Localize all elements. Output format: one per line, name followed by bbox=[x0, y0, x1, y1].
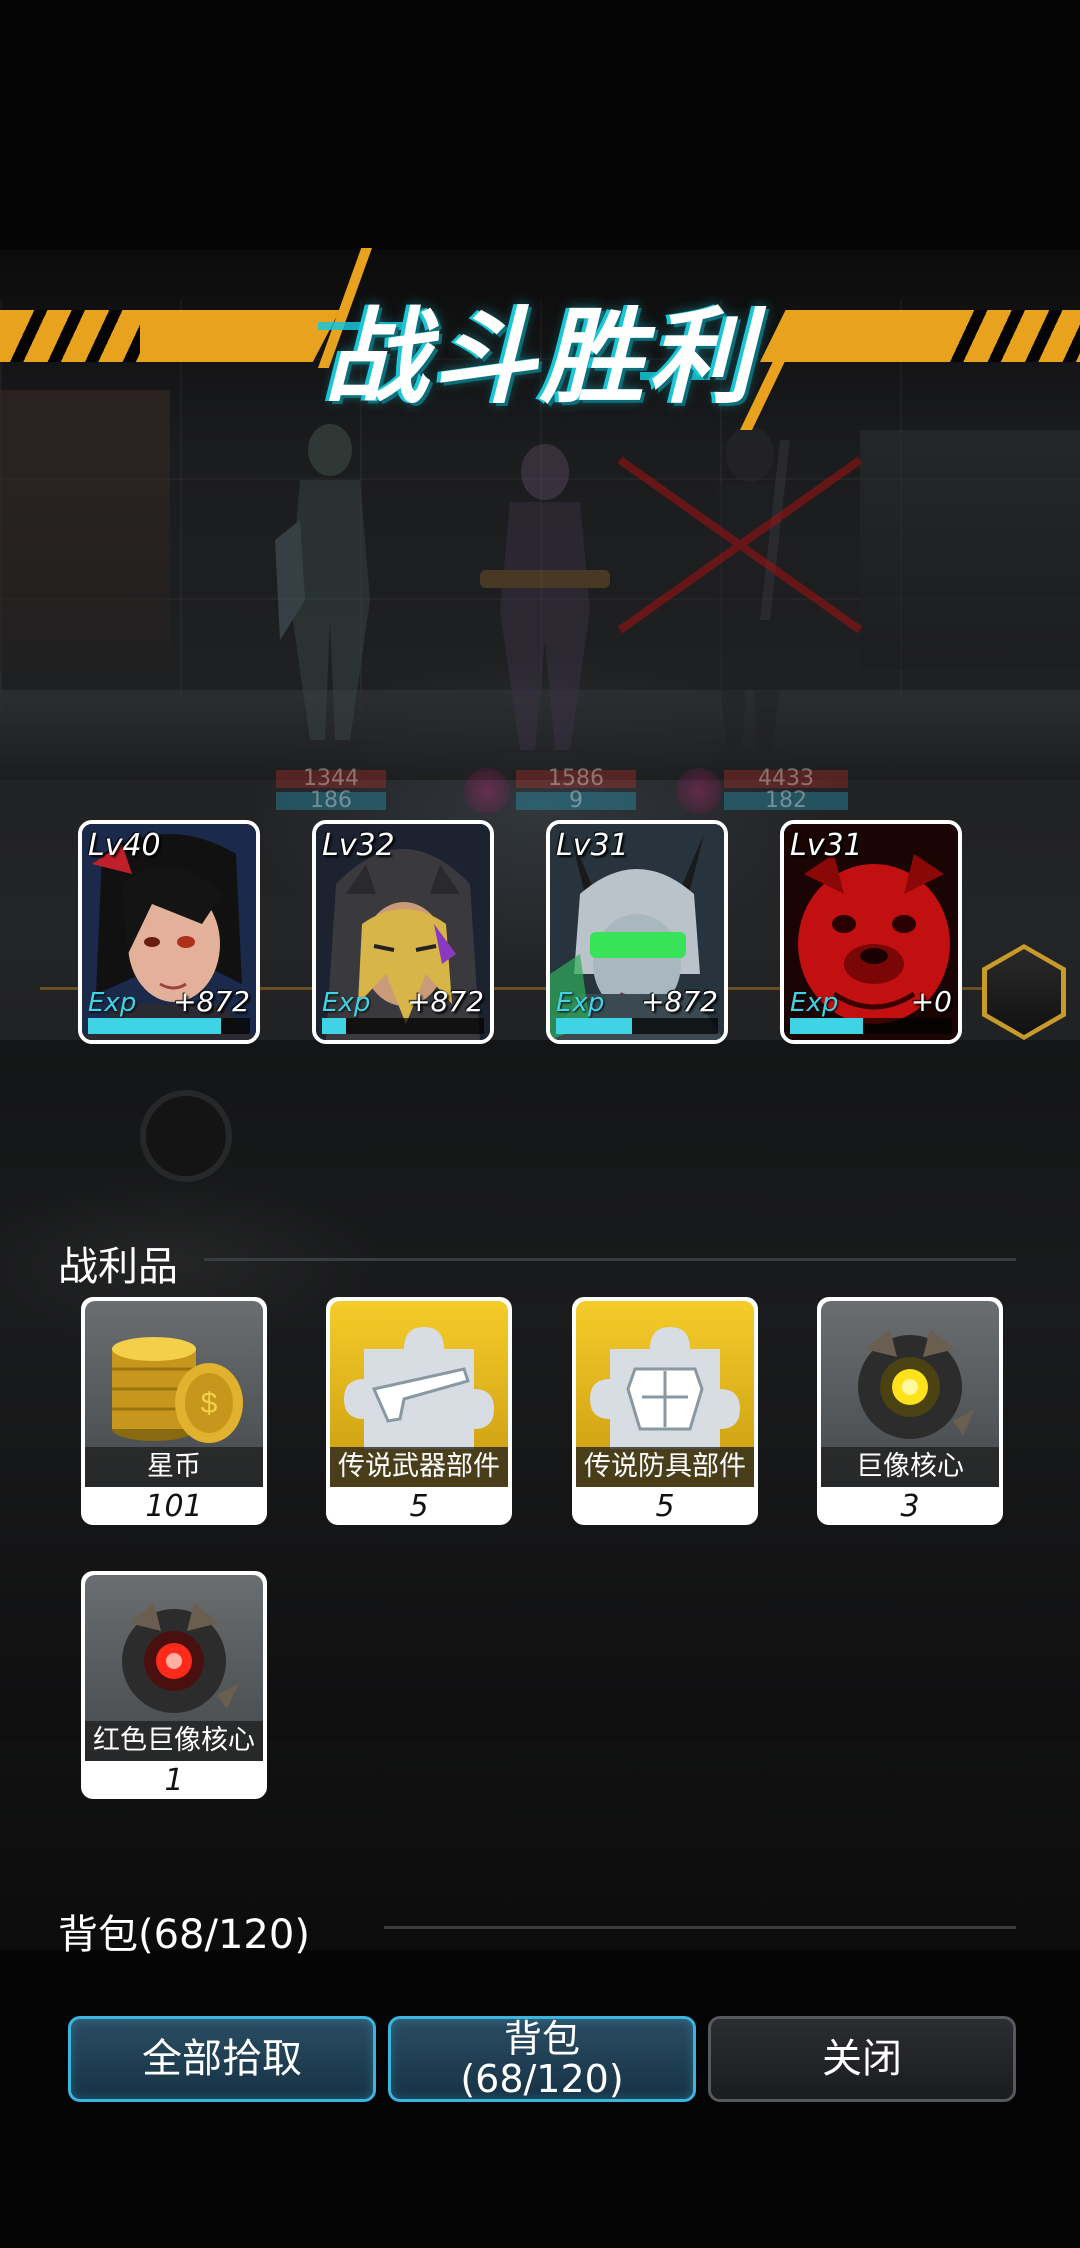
weapon-part-icon bbox=[344, 1327, 494, 1449]
loot-item[interactable]: 传说武器部件 5 bbox=[326, 1297, 512, 1525]
loot-item-count: 101 bbox=[145, 1489, 203, 1524]
hero-card[interactable]: Lv31 Exp +0 bbox=[780, 820, 962, 1044]
character-silhouette-1 bbox=[275, 424, 370, 740]
hud-mp-value: 182 bbox=[724, 790, 848, 812]
exp-label: Exp bbox=[556, 988, 605, 1018]
exp-gain: +872 bbox=[407, 985, 484, 1018]
loot-item-name: 红色巨像核心 bbox=[85, 1721, 263, 1761]
hero-level: Lv40 bbox=[88, 828, 161, 863]
loot-item-frame: 传说武器部件 bbox=[330, 1301, 508, 1487]
hero-level: Lv31 bbox=[790, 828, 863, 863]
loot-item-count: 5 bbox=[655, 1489, 675, 1524]
background-panel-left bbox=[0, 390, 170, 670]
defeated-marker bbox=[617, 456, 863, 634]
close-button[interactable]: 关闭 bbox=[708, 2016, 1016, 2102]
loot-item-count: 5 bbox=[409, 1489, 429, 1524]
loot-section-divider bbox=[204, 1258, 1016, 1261]
exp-bar bbox=[322, 1018, 484, 1034]
red-colossus-core-icon bbox=[122, 1603, 239, 1713]
hero-level: Lv32 bbox=[322, 828, 395, 863]
loot-item-name: 传说防具部件 bbox=[576, 1447, 754, 1487]
battle-result-screen: 战斗胜利 1344 186 1586 9 4433 182 Lv40 Exp +… bbox=[0, 0, 1080, 2248]
side-hero-avatar-art bbox=[987, 949, 1061, 1035]
exp-bar-fill bbox=[556, 1018, 633, 1034]
colossus-core-icon bbox=[858, 1329, 975, 1439]
background-panel-right bbox=[860, 430, 1080, 670]
hud-hp-value: 1344 bbox=[276, 768, 386, 790]
loot-item[interactable]: $ 星币 101 bbox=[81, 1297, 267, 1525]
exp-gain: +872 bbox=[641, 985, 718, 1018]
exp-gain: +0 bbox=[910, 985, 952, 1018]
pick-all-button-label: 全部拾取 bbox=[142, 2036, 302, 2082]
exp-bar-fill bbox=[790, 1018, 863, 1034]
exp-bar-fill bbox=[88, 1018, 221, 1034]
hero-card[interactable]: Lv31 Exp +872 bbox=[546, 820, 728, 1044]
exp-label: Exp bbox=[88, 988, 137, 1018]
exp-bar bbox=[88, 1018, 250, 1034]
exp-bar-fill bbox=[322, 1018, 347, 1034]
exp-label: Exp bbox=[790, 988, 839, 1018]
loot-item-count: 1 bbox=[164, 1763, 184, 1798]
backpack-button[interactable]: 背包 (68/120) bbox=[388, 2016, 696, 2102]
exp-label: Exp bbox=[322, 988, 371, 1018]
loot-item-name: 星币 bbox=[85, 1447, 263, 1487]
loot-item-frame: 巨像核心 bbox=[821, 1301, 999, 1487]
loot-item-name: 巨像核心 bbox=[821, 1447, 999, 1487]
hero-card[interactable]: Lv32 Exp +872 bbox=[312, 820, 494, 1044]
loot-item[interactable]: 巨像核心 3 bbox=[817, 1297, 1003, 1525]
character-silhouette-2 bbox=[480, 444, 610, 750]
svg-text:$: $ bbox=[201, 1387, 218, 1420]
hud-mp-value: 9 bbox=[516, 790, 636, 812]
exp-bar bbox=[556, 1018, 718, 1034]
pick-all-button[interactable]: 全部拾取 bbox=[68, 2016, 376, 2102]
loot-item-count: 3 bbox=[900, 1489, 920, 1524]
hero-card[interactable]: Lv40 Exp +872 bbox=[78, 820, 260, 1044]
hud-skill-icon bbox=[676, 768, 722, 814]
victory-title: 战斗胜利 bbox=[323, 296, 756, 418]
background-porthole bbox=[140, 1090, 232, 1182]
coin-stack-icon: $ bbox=[112, 1337, 243, 1443]
hero-level: Lv31 bbox=[556, 828, 629, 863]
loot-item[interactable]: 红色巨像核心 1 bbox=[81, 1571, 267, 1799]
backpack-section-title: 背包(68/120) bbox=[58, 1912, 310, 1958]
loot-item-frame: $ 星币 bbox=[85, 1301, 263, 1487]
close-button-label: 关闭 bbox=[822, 2036, 902, 2082]
hud-hp-value: 4433 bbox=[724, 768, 848, 790]
backpack-button-label: 背包 bbox=[503, 2017, 580, 2061]
hud-skill-icon bbox=[464, 768, 510, 814]
loot-item-name: 传说武器部件 bbox=[330, 1447, 508, 1487]
loot-item-frame: 传说防具部件 bbox=[576, 1301, 754, 1487]
exp-bar bbox=[790, 1018, 952, 1034]
armor-part-icon bbox=[590, 1327, 740, 1449]
hud-hp-value: 1586 bbox=[516, 768, 636, 790]
loot-item-frame: 红色巨像核心 bbox=[85, 1575, 263, 1761]
loot-section-title: 战利品 bbox=[58, 1244, 178, 1290]
hud-mp-value: 186 bbox=[276, 790, 386, 812]
exp-gain: +872 bbox=[173, 985, 250, 1018]
loot-item[interactable]: 传说防具部件 5 bbox=[572, 1297, 758, 1525]
backpack-section-divider bbox=[384, 1926, 1016, 1929]
backpack-button-capacity: (68/120) bbox=[460, 2057, 624, 2101]
